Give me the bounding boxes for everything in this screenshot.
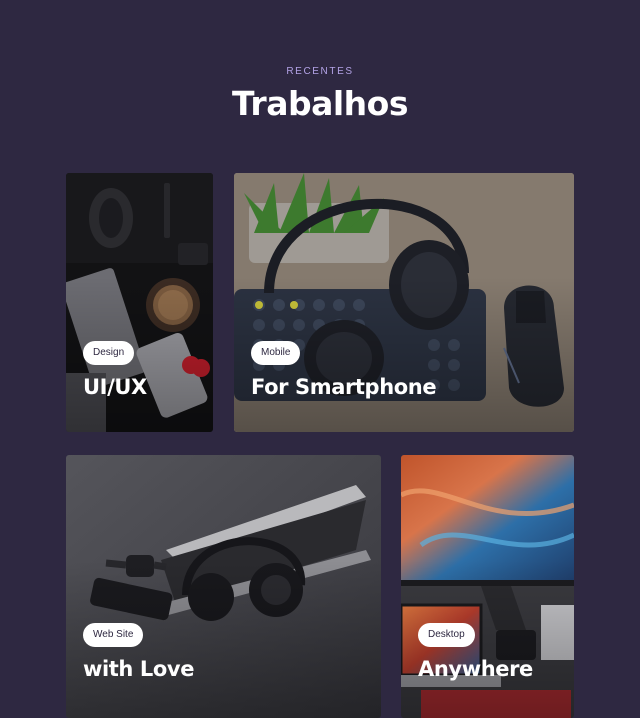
card-tag: Design xyxy=(83,341,135,365)
card-tag: Web Site xyxy=(83,623,144,647)
work-card-uiux[interactable]: Design UI/UX xyxy=(66,173,213,432)
card-tag: Desktop xyxy=(418,623,475,647)
section-eyebrow: RECENTES xyxy=(286,66,354,77)
card-title: Anywhere xyxy=(418,657,533,681)
card-title: UI/UX xyxy=(83,375,147,399)
works-section: RECENTES Trabalhos Design UI/UX Mobile F… xyxy=(0,0,640,718)
work-card-website[interactable]: Web Site with Love xyxy=(66,455,381,718)
card-tag: Mobile xyxy=(251,341,301,365)
section-title: Trabalhos xyxy=(232,84,408,123)
card-title: with Love xyxy=(83,657,195,681)
work-card-desktop[interactable]: Desktop Anywhere xyxy=(401,455,574,718)
card-title: For Smartphone xyxy=(251,375,437,399)
work-card-smartphone[interactable]: Mobile For Smartphone xyxy=(234,173,574,432)
